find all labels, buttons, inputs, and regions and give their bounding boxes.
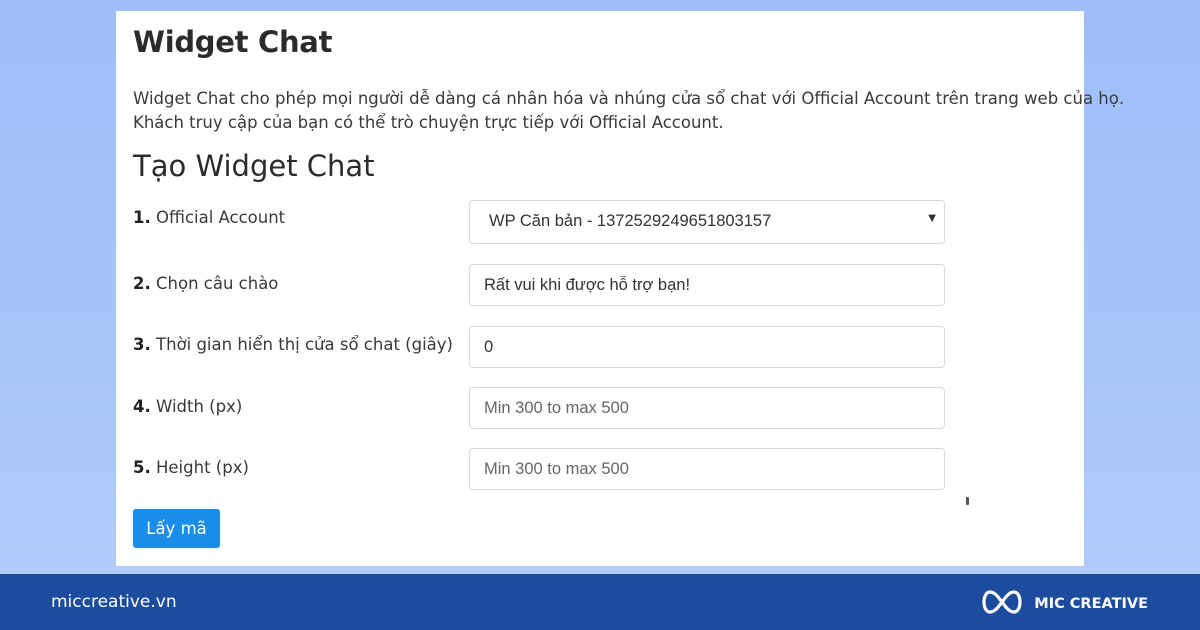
widget-chat-card: Widget Chat Widget Chat cho phép mọi ngư… — [116, 11, 1125, 566]
display-time-field[interactable] — [469, 326, 945, 368]
width-input[interactable] — [470, 388, 944, 428]
description: Widget Chat cho phép mọi người dễ dàng c… — [133, 87, 1125, 135]
brand: MIC CREATIVE — [978, 588, 1148, 620]
site-url[interactable]: miccreative.vn — [51, 592, 177, 612]
greeting-input[interactable] — [470, 265, 944, 305]
official-account-select[interactable]: WP Căn bản - 1372529249651803157 ▼ — [469, 200, 945, 244]
height-field[interactable] — [469, 448, 945, 490]
get-code-button[interactable]: Lấy mã — [133, 509, 220, 548]
display-time-input[interactable] — [470, 327, 944, 367]
field-label-text: Width (px) — [156, 397, 243, 416]
field-label-text: Chọn câu chào — [156, 274, 279, 293]
width-label: 4. Width (px) — [133, 397, 242, 416]
official-account-label: 1. Official Account — [133, 208, 285, 227]
brand-name: MIC CREATIVE — [1034, 596, 1148, 612]
width-field[interactable] — [469, 387, 945, 429]
page-title: Widget Chat — [133, 25, 333, 59]
field-number: 3. — [133, 335, 151, 354]
field-number: 5. — [133, 458, 151, 477]
height-input[interactable] — [470, 449, 944, 489]
height-label: 5. Height (px) — [133, 458, 249, 477]
field-label-text: Thời gian hiển thị cửa sổ chat (giây) — [156, 335, 453, 354]
display-time-label: 3. Thời gian hiển thị cửa sổ chat (giây) — [133, 335, 453, 354]
greeting-field[interactable] — [469, 264, 945, 306]
description-line-1: Widget Chat cho phép mọi người dễ dàng c… — [133, 89, 1125, 108]
field-number: 4. — [133, 397, 151, 416]
footer-bar: miccreative.vn MIC CREATIVE — [0, 574, 1200, 630]
field-number: 2. — [133, 274, 151, 293]
field-number: 1. — [133, 208, 151, 227]
section-title: Tạo Widget Chat — [133, 149, 375, 183]
dropdown-caret-icon[interactable]: ▼ — [928, 213, 936, 224]
description-line-2: Khách truy cập của bạn có thể trò chuyện… — [133, 113, 724, 132]
field-label-text: Official Account — [156, 208, 286, 227]
mouse-cursor-icon — [966, 497, 969, 505]
official-account-selected-value: WP Căn bản - 1372529249651803157 — [489, 212, 772, 230]
infinity-loop-icon — [978, 588, 1026, 620]
greeting-label: 2. Chọn câu chào — [133, 274, 278, 293]
field-label-text: Height (px) — [156, 458, 249, 477]
